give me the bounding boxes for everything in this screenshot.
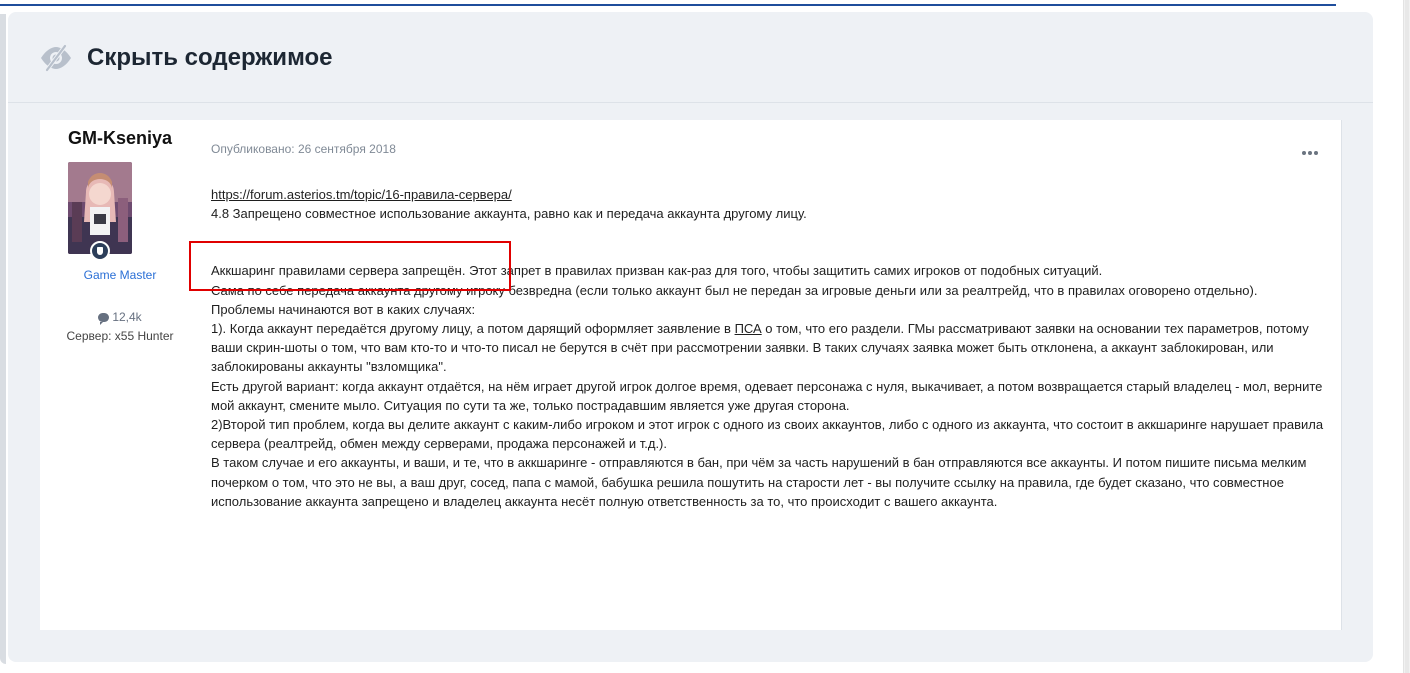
shield-badge-icon <box>90 241 110 261</box>
post-date: Опубликовано: 26 сентября 2018 <box>211 142 396 156</box>
comment-icon <box>98 313 110 325</box>
psa-abbr: ПСА <box>734 321 762 337</box>
spoiler-box: Скрыть содержимое GM-Kseniya Game Master… <box>8 12 1373 662</box>
paragraph-3: Проблемы начинаются вот в каких случаях: <box>211 301 476 317</box>
cut-off-link-underline[interactable] <box>0 0 1336 6</box>
eye-slash-icon <box>41 44 71 72</box>
spoiler-toggle[interactable]: Скрыть содержимое <box>8 12 1373 103</box>
author-panel: GM-Kseniya Game Master 12,4k Сервер: x55… <box>40 120 200 630</box>
user-group: Game Master <box>83 268 157 282</box>
left-border-strip <box>0 14 6 664</box>
paragraph-4-prefix: 1). Когда аккаунт передаётся другому лиц… <box>211 321 735 337</box>
rules-link[interactable]: https://forum.asterios.tm/topic/16-прави… <box>211 187 512 202</box>
more-options-icon[interactable] <box>1302 142 1322 155</box>
rule-line: 4.8 Запрещено совместное использование а… <box>211 206 807 222</box>
post-content: https://forum.asterios.tm/topic/16-прави… <box>211 185 1326 511</box>
spoiler-title: Скрыть содержимое <box>87 44 333 71</box>
quoted-post: GM-Kseniya Game Master 12,4k Сервер: x55… <box>40 120 1342 630</box>
paragraph-4: 1). Когда аккаунт передаётся другому лиц… <box>211 319 1326 377</box>
scrollbar-thumb[interactable] <box>1405 0 1409 673</box>
server-info: Сервер: x55 Hunter <box>66 329 174 343</box>
scrollbar[interactable] <box>1403 0 1410 673</box>
paragraph-7: В таком случае и его аккаунты, и ваши, и… <box>211 455 1307 509</box>
post-count-value: 12,4k <box>112 310 142 324</box>
annotation-highlight-box <box>189 241 511 291</box>
author-name[interactable]: GM-Kseniya <box>40 127 200 149</box>
paragraph-5: Есть другой вариант: когда аккаунт отдаё… <box>211 378 1323 413</box>
post-count: 12,4k <box>40 309 200 325</box>
paragraph-6: 2)Второй тип проблем, когда вы делите ак… <box>211 417 1324 452</box>
